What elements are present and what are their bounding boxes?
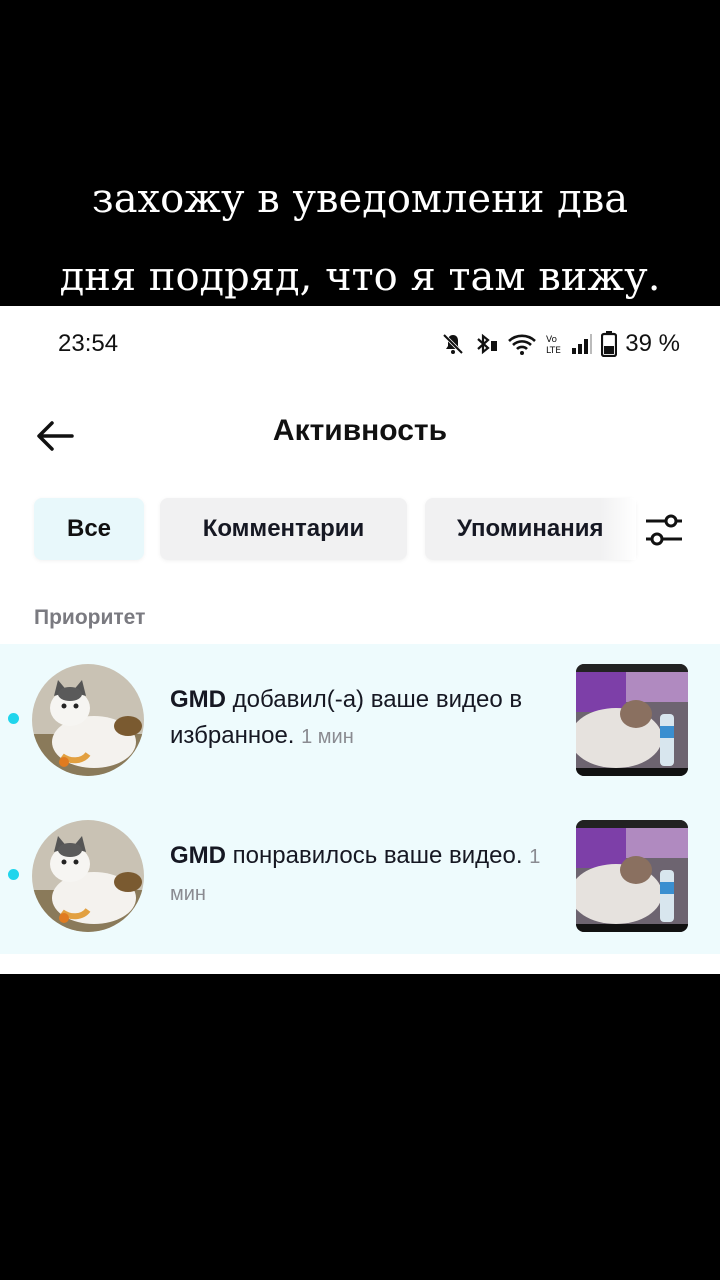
notification-text: GMD понравилось ваше видео. 1 мин [170,838,550,912]
status-bar: 23:54 Vo LTE 39 % [0,306,720,384]
volte-icon: Vo LTE [545,332,563,356]
bluetooth-icon [473,332,499,356]
avatar[interactable] [32,664,144,776]
notification-list: GMD добавил(-а) ваше видео в избранное. … [0,644,720,954]
notification-username[interactable]: GMD [170,842,226,869]
avatar[interactable] [32,820,144,932]
notification-action: понравилось ваше видео. [226,842,523,869]
status-time: 23:54 [58,330,119,357]
notification-item[interactable]: GMD понравилось ваше видео. 1 мин [0,800,720,956]
unread-dot [8,713,19,724]
activity-screen: 23:54 Vo LTE 39 % Активность Все Коммент… [0,306,720,974]
battery-icon [601,331,618,357]
mute-bell-icon [441,332,465,356]
wifi-icon [507,332,537,356]
page-title: Активность [272,414,448,447]
notification-text: GMD добавил(-а) ваше видео в избранное. … [170,682,550,755]
video-caption: захожу в уведомлени два дня подряд, что … [0,160,720,316]
battery-percent: 39 % [625,330,680,357]
unread-dot [8,869,19,880]
video-thumbnail[interactable] [576,664,688,776]
top-nav: Активность [0,394,720,474]
signal-icon [571,332,593,356]
notification-username[interactable]: GMD [170,686,226,713]
notification-time: 1 мин [301,726,354,748]
tab-all[interactable]: Все [34,498,144,560]
notification-item[interactable]: GMD добавил(-а) ваше видео в избранное. … [0,644,720,800]
caption-line-1: захожу в уведомлени два [91,176,629,222]
tab-comments[interactable]: Комментарии [160,498,407,560]
filter-tabs: Все Комментарии Упоминания [0,498,720,562]
volte-label-lte: LTE [546,346,561,356]
status-icons: Vo LTE 39 % [441,330,680,358]
volte-label-vo: Vo [546,335,557,345]
video-thumbnail[interactable] [576,820,688,932]
filter-sliders-icon[interactable] [640,506,688,554]
tab-scroll-fade [600,498,636,560]
caption-line-2: дня подряд, что я там вижу. [59,254,661,300]
section-priority-title: Приоритет [34,606,146,629]
